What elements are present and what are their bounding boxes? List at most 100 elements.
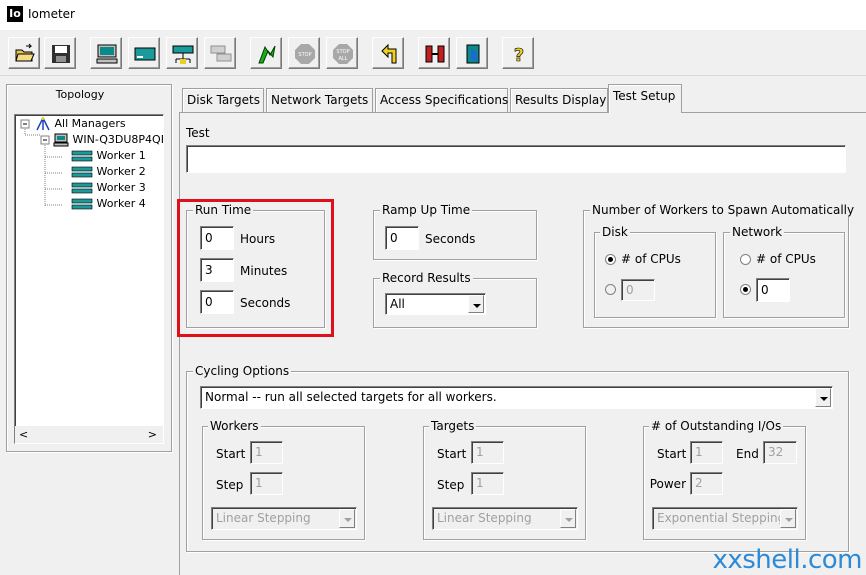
duplicate-icon [210,45,232,62]
chevron-down-icon[interactable] [780,509,796,528]
start-tests-button[interactable] [250,37,282,69]
test-name-input[interactable] [186,145,846,173]
cycling-options-label: Cycling Options [193,364,292,378]
targets-start-label: Start [437,447,467,461]
worker-disk-icon [71,166,93,178]
cycling-mode-value: Normal -- run all selected targets for a… [205,390,497,404]
help-question-icon: ? [513,45,524,65]
stop-all-button[interactable]: STOP ALL [326,37,358,69]
network-workers-input[interactable]: 0 [756,278,790,302]
network-cpus-radio[interactable] [740,254,751,265]
test-label: Test [186,126,210,140]
tree-item-worker-4[interactable]: Worker 4 [71,197,146,211]
workers-stepping-select[interactable]: Linear Stepping [211,507,357,530]
show-results-button[interactable] [90,37,122,69]
ramp-up-label: Ramp Up Time [380,203,473,217]
green-flag-icon [258,45,276,64]
about-button[interactable]: ? [502,37,534,69]
reset-arrow-icon [381,43,397,64]
outstanding-power-label-clip: Power [650,476,686,494]
disconnect-button[interactable] [418,37,450,69]
disk-workers-input[interactable]: 0 [621,279,655,301]
tree-item-label: Worker 2 [96,165,146,178]
start-new-manager-button[interactable] [128,37,160,69]
svg-text:STOP: STOP [336,49,349,55]
outstanding-end-label: End [736,447,759,461]
outstanding-start-label: Start [657,447,687,461]
window-title: Iometer [28,7,75,21]
spawn-disk-label: Disk [600,225,630,239]
spawn-workers-label: Number of Workers to Spawn Automatically [590,203,857,217]
chevron-down-icon[interactable] [339,509,355,528]
svg-text:STOP: STOP [298,52,311,58]
tab-test-setup[interactable]: Test Setup [608,84,682,113]
chevron-down-icon[interactable] [815,388,831,407]
record-results-select[interactable]: All [385,293,486,315]
topology-horizontal-scrollbar[interactable]: < > [15,426,163,443]
disk-custom-radio[interactable] [605,284,616,295]
open-folder-icon [15,43,35,62]
workers-step-label: Step [216,478,244,492]
worker-disk-icon [71,198,93,210]
cycling-targets-label: Targets [429,419,477,433]
app-icon: Io [7,6,23,22]
cycling-workers-label: Workers [208,419,261,433]
svg-text:?: ? [514,45,524,65]
tab-disk-targets[interactable]: Disk Targets [182,88,264,112]
network-cpus-label: # of CPUs [756,252,816,266]
cycling-mode-select[interactable]: Normal -- run all selected targets for a… [200,386,833,409]
svg-text:ALL: ALL [339,56,348,62]
tab-results-display[interactable]: Results Display [510,88,608,112]
tree-item-label: All Managers [54,117,126,130]
workers-step-input[interactable]: 1 [250,472,283,495]
scroll-right-icon[interactable]: > [148,428,157,441]
outstanding-stepping-select[interactable]: Exponential Stepping [652,507,798,530]
disk-cpus-label: # of CPUs [621,252,681,266]
chevron-down-icon[interactable] [560,509,576,528]
targets-stepping-select[interactable]: Linear Stepping [432,507,578,530]
tree-item-label: WIN-Q3DU8P4QF [72,133,164,146]
outstanding-stepping-value: Exponential Stepping [657,511,786,525]
network-worker-icon [172,45,194,64]
exit-door-icon [466,44,480,64]
tree-item-all-managers[interactable]: All Managers [35,117,126,131]
tree-item-worker-1[interactable]: Worker 1 [71,149,146,163]
chevron-down-icon[interactable] [468,295,484,313]
worker-disk-icon [71,150,93,162]
save-config-button[interactable] [44,37,76,69]
outstanding-end-input[interactable]: 32 [763,441,797,464]
disconnect-icon [425,45,445,63]
tab-network-targets[interactable]: Network Targets [266,88,373,112]
title-bar: Io Iometer [0,0,866,30]
tree-item-label: Worker 3 [96,181,146,194]
worker-disk-icon [71,182,93,194]
start-new-worker-button[interactable] [166,37,198,69]
tree-item-manager[interactable]: WIN-Q3DU8P4QF [53,133,164,147]
scroll-left-icon[interactable]: < [19,428,28,441]
exit-button[interactable] [456,37,488,69]
outstanding-power-input[interactable]: 2 [690,472,723,495]
targets-start-input[interactable]: 1 [471,441,504,464]
topology-title: Topology [55,88,105,101]
topology-tree[interactable]: All Managers WIN-Q3DU8P4QF Worker 1 Work… [14,114,164,444]
cycling-outstanding-label: # of Outstanding I/Os [649,419,784,433]
stop-test-button[interactable]: STOP [288,37,320,69]
managers-icon [36,117,50,131]
outstanding-start-input[interactable]: 1 [690,441,723,464]
tree-item-label: Worker 4 [96,197,146,210]
workers-start-input[interactable]: 1 [250,441,283,464]
network-custom-radio[interactable] [740,284,751,295]
ramp-up-input[interactable]: 0 [385,226,419,250]
tree-item-worker-2[interactable]: Worker 2 [71,165,146,179]
targets-step-input[interactable]: 1 [471,472,504,495]
duplicate-worker-button[interactable] [204,37,236,69]
targets-stepping-value: Linear Stepping [437,511,532,525]
tree-item-worker-3[interactable]: Worker 3 [71,181,146,195]
tree-item-label: Worker 1 [96,149,146,162]
disk-cpus-radio[interactable] [605,254,616,265]
open-config-button[interactable] [8,37,40,69]
tab-access-specifications[interactable]: Access Specifications [375,88,508,112]
reset-workers-button[interactable] [372,37,404,69]
computer-icon [53,133,69,147]
record-results-value: All [390,297,405,311]
